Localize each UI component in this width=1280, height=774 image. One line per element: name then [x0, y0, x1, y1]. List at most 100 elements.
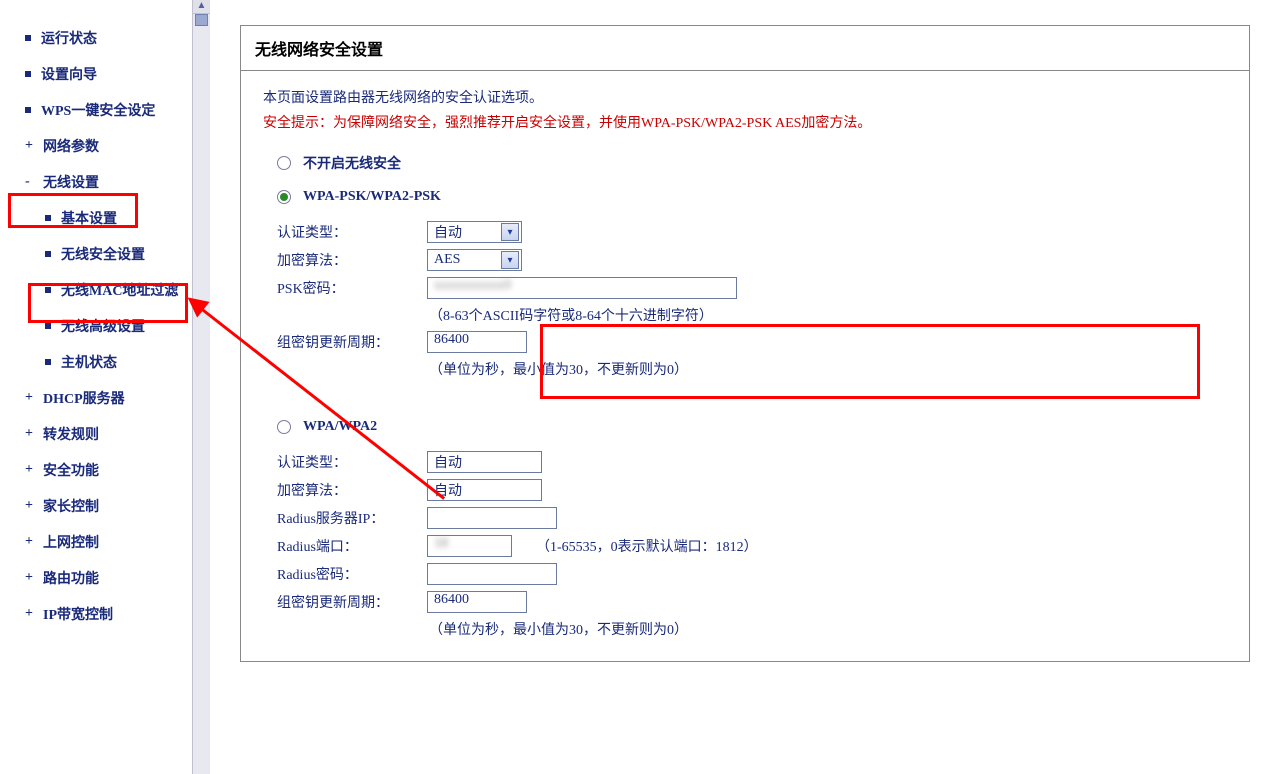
option-disable-security[interactable]: 不开启无线安全 — [277, 153, 1227, 173]
expand-icon: + — [25, 390, 35, 406]
radio-icon[interactable] — [277, 420, 291, 434]
nav-label: 设置向导 — [41, 64, 97, 84]
panel-title: 无线网络安全设置 — [241, 26, 1249, 71]
collapse-icon: - — [25, 174, 35, 190]
intro-text: 本页面设置路由器无线网络的安全认证选项。 — [263, 87, 1227, 107]
rekey-label-2: 组密钥更新周期： — [277, 592, 427, 612]
select-value: AES — [434, 252, 460, 268]
expand-icon: + — [25, 498, 35, 514]
expand-icon: + — [25, 426, 35, 442]
expand-icon: + — [25, 534, 35, 550]
nav-label: 无线安全设置 — [61, 244, 145, 264]
nav-label: 路由功能 — [43, 568, 99, 588]
nav-forward-rules[interactable]: + 转发规则 — [0, 416, 210, 452]
radius-port-hint: （1-65535，0表示默认端口：1812） — [536, 536, 758, 556]
nav-label: WPS一键安全设定 — [41, 100, 155, 120]
option-label: WPA/WPA2 — [303, 419, 377, 435]
nav-label: 网络参数 — [43, 136, 99, 156]
option-wpa-psk[interactable]: WPA-PSK/WPA2-PSK — [277, 189, 1227, 205]
nav-wireless-advanced[interactable]: 无线高级设置 — [0, 308, 210, 344]
rekey-hint: （单位为秒，最小值为30，不更新则为0） — [429, 359, 1227, 379]
radius-port-input[interactable]: 18 — [427, 535, 512, 557]
nav-label: 运行状态 — [41, 28, 97, 48]
bullet-icon — [45, 251, 51, 257]
nav-routing[interactable]: + 路由功能 — [0, 560, 210, 596]
expand-icon: + — [25, 462, 35, 478]
radio-icon[interactable] — [277, 156, 291, 170]
option-label: WPA-PSK/WPA2-PSK — [303, 189, 441, 205]
option-wpa[interactable]: WPA/WPA2 — [277, 419, 1227, 435]
select-value: 自动 — [434, 480, 462, 500]
expand-icon: + — [25, 606, 35, 622]
expand-icon: + — [25, 138, 35, 154]
auth-type-select-2[interactable]: 自动 ▾ — [427, 451, 542, 473]
nav-security[interactable]: + 安全功能 — [0, 452, 210, 488]
nav-label: 主机状态 — [61, 352, 117, 372]
select-value: 自动 — [434, 222, 462, 242]
bullet-icon — [45, 215, 51, 221]
bullet-icon — [45, 323, 51, 329]
obscured-value: xxxxxxxxxx9 — [434, 278, 511, 293]
nav-wps[interactable]: WPS一键安全设定 — [0, 92, 210, 128]
bullet-icon — [25, 71, 31, 77]
nav-label: 基本设置 — [61, 208, 117, 228]
encryption-label-2: 加密算法： — [277, 480, 427, 500]
psk-password-label: PSK密码： — [277, 278, 427, 298]
encryption-label: 加密算法： — [277, 250, 427, 270]
nav-run-status[interactable]: 运行状态 — [0, 20, 210, 56]
radius-ip-input[interactable] — [427, 507, 557, 529]
radio-selected-icon[interactable] — [277, 190, 291, 204]
radius-pwd-label: Radius密码： — [277, 564, 427, 584]
nav-setup-wizard[interactable]: 设置向导 — [0, 56, 210, 92]
nav-parental[interactable]: +家长控制 — [0, 488, 210, 524]
input-value: 86400 — [434, 332, 469, 347]
nav-access-control[interactable]: + 上网控制 — [0, 524, 210, 560]
psk-hint: （8-63个ASCII码字符或8-64个十六进制字符） — [429, 305, 1227, 325]
nav-basic-settings[interactable]: 基本设置 — [0, 200, 210, 236]
nav-wireless-settings[interactable]: -无线设置 — [0, 164, 210, 200]
nav-bandwidth[interactable]: + IP带宽控制 — [0, 596, 210, 632]
nav-label: 上网控制 — [43, 532, 99, 552]
rekey-hint-2: （单位为秒，最小值为30，不更新则为0） — [429, 619, 1227, 639]
auth-type-label: 认证类型： — [277, 222, 427, 242]
select-value: 自动 — [434, 452, 462, 472]
radius-pwd-input[interactable] — [427, 563, 557, 585]
nav-dhcp[interactable]: + DHCP服务器 — [0, 380, 210, 416]
chevron-down-icon: ▾ — [501, 223, 519, 241]
nav-label: 无线MAC地址过滤 — [61, 280, 178, 300]
nav-label: 转发规则 — [43, 424, 99, 444]
scrollbar-thumb[interactable] — [195, 14, 208, 26]
rekey-label: 组密钥更新周期： — [277, 332, 427, 352]
nav-label: IP带宽控制 — [43, 604, 113, 624]
bullet-icon — [25, 35, 31, 41]
radius-port-label: Radius端口： — [277, 536, 427, 556]
nav-label: DHCP服务器 — [43, 388, 125, 408]
nav-label: 无线高级设置 — [61, 316, 145, 336]
security-warning: 安全提示：为保障网络安全，强烈推荐开启安全设置，并使用WPA-PSK/WPA2-… — [263, 113, 1227, 135]
obscured-value: 18 — [434, 536, 448, 551]
option-label: 不开启无线安全 — [303, 153, 401, 173]
nav-label: 无线设置 — [43, 172, 99, 192]
expand-icon: + — [25, 570, 35, 586]
auth-type-select[interactable]: 自动 ▾ — [427, 221, 522, 243]
encryption-select[interactable]: AES ▾ — [427, 249, 522, 271]
sidebar-scrollbar[interactable]: ▲ — [192, 0, 210, 774]
rekey-input[interactable]: 86400 — [427, 331, 527, 353]
bullet-icon — [45, 287, 51, 293]
bullet-icon — [25, 107, 31, 113]
input-value: 86400 — [434, 592, 469, 607]
psk-password-input[interactable]: xxxxxxxxxx9 — [427, 277, 737, 299]
rekey-input-2[interactable]: 86400 — [427, 591, 527, 613]
sidebar: ▲ 运行状态 设置向导 WPS一键安全设定 + 网络参数 -无线设置 基本设置 无… — [0, 0, 210, 774]
panel-wireless-security: 无线网络安全设置 本页面设置路由器无线网络的安全认证选项。 安全提示：为保障网络… — [240, 25, 1250, 662]
nav-label: 安全功能 — [43, 460, 99, 480]
scroll-up-icon[interactable]: ▲ — [193, 0, 210, 14]
chevron-down-icon: ▾ — [501, 251, 519, 269]
bullet-icon — [45, 359, 51, 365]
nav-mac-filter[interactable]: 无线MAC地址过滤 — [0, 272, 210, 308]
radius-ip-label: Radius服务器IP： — [277, 508, 427, 528]
nav-host-status[interactable]: 主机状态 — [0, 344, 210, 380]
nav-network-params[interactable]: + 网络参数 — [0, 128, 210, 164]
nav-wireless-security[interactable]: 无线安全设置 — [0, 236, 210, 272]
main-content: 无线网络安全设置 本页面设置路由器无线网络的安全认证选项。 安全提示：为保障网络… — [210, 0, 1280, 774]
